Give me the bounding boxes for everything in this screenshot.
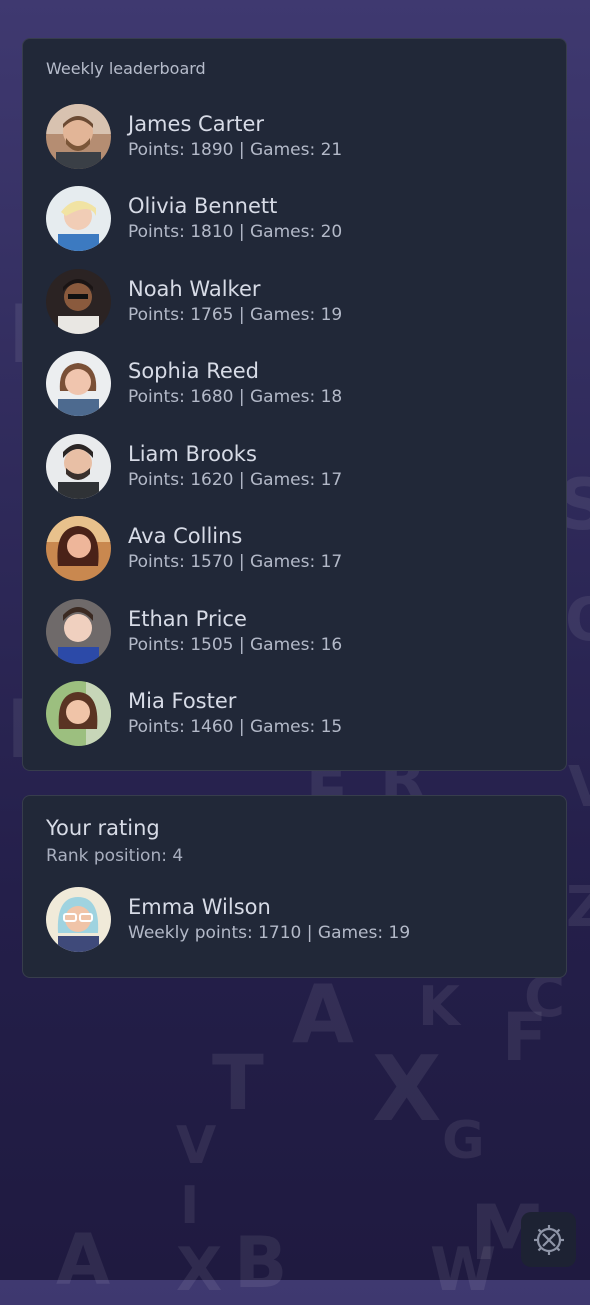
bg-letter: I [180, 1176, 200, 1236]
settings-button[interactable] [521, 1212, 576, 1267]
leaderboard-row[interactable]: Ethan Price Points: 1505 | Games: 16 [46, 598, 550, 664]
player-name: Sophia Reed [128, 358, 260, 383]
rank-position: Rank position: 4 [46, 846, 184, 866]
player-name: Noah Walker [128, 276, 261, 301]
weekly-leaderboard-card: Weekly leaderboard James Carter Points: … [22, 38, 567, 771]
bg-letter: A [56, 1219, 111, 1301]
bg-letter: C [524, 965, 566, 1030]
leaderboard-row[interactable]: Olivia Bennett Points: 1810 | Games: 20 [46, 185, 550, 251]
leaderboard-title: Weekly leaderboard [46, 59, 206, 78]
player-stats: Points: 1505 | Games: 16 [128, 635, 343, 656]
leaderboard-row[interactable]: James Carter Points: 1890 | Games: 21 [46, 103, 550, 169]
your-rating-card: Your rating Rank position: 4 Emma Wilson… [22, 795, 567, 978]
leaderboard-row[interactable]: Sophia Reed Points: 1680 | Games: 18 [46, 350, 550, 416]
bg-letter: W [430, 1235, 497, 1305]
avatar [46, 350, 111, 416]
settings-tools-icon [533, 1224, 564, 1255]
player-name: Ava Collins [128, 523, 243, 548]
player-name: James Carter [128, 111, 265, 136]
avatar [46, 185, 111, 251]
avatar [46, 268, 111, 334]
bg-letter: V [176, 1116, 217, 1176]
bg-letter: X [176, 1235, 223, 1305]
player-name: Ethan Price [128, 606, 247, 631]
player-stats: Weekly points: 1710 | Games: 19 [128, 923, 411, 944]
bg-letter: V [568, 755, 590, 820]
your-rating-row[interactable]: Emma Wilson Weekly points: 1710 | Games:… [46, 886, 550, 952]
bg-letter: B [234, 1222, 288, 1304]
player-name: Olivia Bennett [128, 193, 278, 218]
avatar [46, 598, 111, 664]
player-name: Mia Foster [128, 688, 237, 713]
bg-letter: K [418, 975, 460, 1038]
avatar [46, 433, 111, 499]
avatar [46, 680, 111, 746]
player-stats: Points: 1890 | Games: 21 [128, 140, 343, 161]
bg-letter: G [442, 1111, 485, 1171]
avatar [46, 515, 111, 581]
bg-letter: Z [566, 875, 590, 940]
avatar [46, 103, 111, 169]
player-stats: Points: 1460 | Games: 15 [128, 717, 343, 738]
player-stats: Points: 1765 | Games: 19 [128, 305, 343, 326]
player-stats: Points: 1570 | Games: 17 [128, 552, 343, 573]
leaderboard-row[interactable]: Noah Walker Points: 1765 | Games: 19 [46, 268, 550, 334]
player-stats: Points: 1620 | Games: 17 [128, 470, 343, 491]
bg-letter: F [502, 999, 548, 1076]
leaderboard-row[interactable]: Mia Foster Points: 1460 | Games: 15 [46, 680, 550, 746]
player-stats: Points: 1680 | Games: 18 [128, 387, 343, 408]
bg-letter: X [372, 1037, 442, 1142]
bg-letter: A [292, 968, 354, 1061]
player-name: Emma Wilson [128, 894, 271, 919]
player-name: Liam Brooks [128, 441, 257, 466]
your-rating-title: Your rating [46, 816, 160, 840]
avatar [46, 886, 111, 952]
leaderboard-row[interactable]: Ava Collins Points: 1570 | Games: 17 [46, 515, 550, 581]
bg-letter: O [565, 590, 590, 650]
leaderboard-row[interactable]: Liam Brooks Points: 1620 | Games: 17 [46, 433, 550, 499]
player-stats: Points: 1810 | Games: 20 [128, 222, 343, 243]
bg-letter: T [212, 1038, 264, 1127]
